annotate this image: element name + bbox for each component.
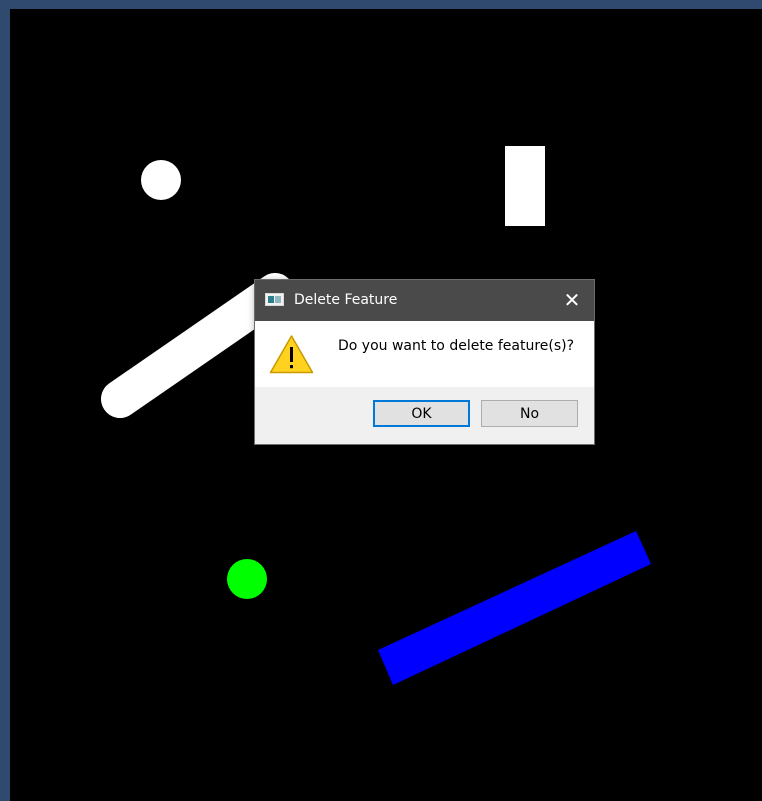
green-circle-feature[interactable] [227, 559, 267, 599]
dialog-message: Do you want to delete feature(s)? [338, 338, 575, 354]
close-icon: ✕ [563, 288, 581, 312]
no-button[interactable]: No [481, 400, 578, 427]
white-circle-feature[interactable] [141, 160, 181, 200]
white-rounded-line-feature[interactable] [101, 273, 294, 418]
app-window-icon-pane [268, 296, 274, 303]
dialog-title: Delete Feature [294, 292, 398, 308]
dialog-body: Do you want to delete feature(s)? [255, 321, 594, 387]
delete-feature-dialog: Delete Feature ✕ Do you want to delete f… [254, 279, 595, 445]
ok-button[interactable]: OK [373, 400, 470, 427]
close-button[interactable]: ✕ [550, 280, 594, 321]
blue-rectangle-feature[interactable] [378, 531, 651, 685]
white-rectangle-feature[interactable] [505, 146, 545, 226]
dialog-titlebar[interactable]: Delete Feature ✕ [255, 280, 594, 321]
warning-icon [269, 335, 314, 374]
dialog-button-bar: OK No [255, 387, 594, 444]
app-window-icon [265, 293, 284, 306]
app-window-icon-pane [275, 296, 281, 303]
